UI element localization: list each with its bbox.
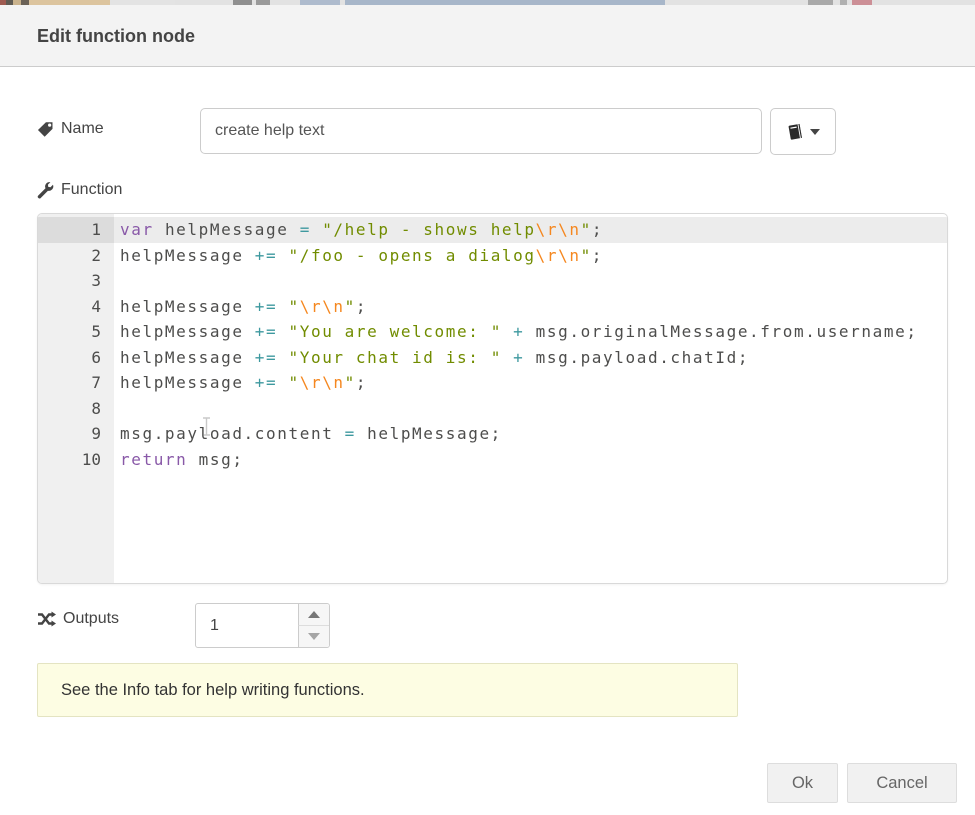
code-token: \r\n <box>300 297 345 316</box>
code-token <box>277 373 288 392</box>
gutter-line-number: 3 <box>38 268 114 294</box>
form-tip-text: See the Info tab for help writing functi… <box>61 681 365 700</box>
code-token: += <box>255 373 277 392</box>
outputs-label: Outputs <box>37 610 119 628</box>
function-label-text: Function <box>61 181 122 199</box>
code-line-8[interactable] <box>114 396 947 422</box>
book-icon <box>786 123 804 141</box>
code-line-6[interactable]: helpMessage += "Your chat id is: " + msg… <box>114 345 947 371</box>
code-token: helpMessage <box>120 348 255 367</box>
tag-icon <box>37 121 54 138</box>
code-token <box>277 246 288 265</box>
code-token: \r\n <box>536 220 581 239</box>
code-line-3[interactable] <box>114 268 947 294</box>
code-token: += <box>255 322 277 341</box>
code-line-1[interactable]: var helpMessage = "/help - shows help\r\… <box>114 217 947 243</box>
code-token: " <box>345 297 356 316</box>
gutter-line-number: 4 <box>38 294 114 320</box>
code-token <box>502 348 513 367</box>
code-token: msg.payload.content <box>120 424 345 443</box>
cancel-button[interactable]: Cancel <box>847 763 957 803</box>
code-token: += <box>255 297 277 316</box>
caret-down-icon <box>810 129 820 135</box>
code-token <box>311 220 322 239</box>
code-line-10[interactable]: return msg; <box>114 447 947 473</box>
name-label-text: Name <box>61 120 104 138</box>
gutter-line-number: 1 <box>38 217 114 243</box>
code-token: ; <box>592 246 603 265</box>
edit-function-node-dialog: Edit function node Name <box>0 5 975 815</box>
outputs-input[interactable] <box>196 604 299 647</box>
function-code-editor[interactable]: 12345678910 var helpMessage = "/help - s… <box>37 213 948 584</box>
code-token: "Your chat id is: " <box>289 348 502 367</box>
name-label: Name <box>37 120 104 138</box>
spinner-down-button[interactable] <box>298 626 329 648</box>
code-token: msg; <box>187 450 243 469</box>
code-token: "You are welcome: " <box>289 322 502 341</box>
gutter-line-number: 9 <box>38 421 114 447</box>
code-line-2[interactable]: helpMessage += "/foo - opens a dialog\r\… <box>114 243 947 269</box>
code-token: return <box>120 450 187 469</box>
triangle-up-icon <box>308 611 320 618</box>
code-token: " <box>345 373 356 392</box>
function-label: Function <box>37 181 122 199</box>
code-token: var <box>120 220 165 239</box>
gutter-line-number: 2 <box>38 243 114 269</box>
code-token: "/help - shows help <box>322 220 535 239</box>
code-line-7[interactable]: helpMessage += "\r\n"; <box>114 370 947 396</box>
code-token <box>277 322 288 341</box>
dialog-header: Edit function node <box>0 5 975 67</box>
code-token: = <box>345 424 356 443</box>
code-token: helpMessage; <box>356 424 502 443</box>
code-token: + <box>513 322 524 341</box>
code-token: " <box>289 297 300 316</box>
gutter-line-number: 5 <box>38 319 114 345</box>
code-token: \r\n <box>536 246 581 265</box>
library-button[interactable] <box>770 108 836 155</box>
code-token: ; <box>356 297 367 316</box>
code-token: msg.originalMessage.from.username; <box>524 322 917 341</box>
dialog-title: Edit function node <box>37 26 195 47</box>
wrench-icon <box>37 182 54 199</box>
code-token: += <box>255 246 277 265</box>
code-token: helpMessage <box>120 322 255 341</box>
outputs-label-text: Outputs <box>63 610 119 628</box>
ok-button[interactable]: Ok <box>767 763 838 803</box>
triangle-down-icon <box>308 633 320 640</box>
code-token: " <box>581 246 592 265</box>
code-token: helpMessage <box>120 373 255 392</box>
code-token: helpMessage <box>120 246 255 265</box>
code-token: ; <box>592 220 603 239</box>
code-token: = <box>300 220 311 239</box>
gutter-line-number: 7 <box>38 370 114 396</box>
code-line-4[interactable]: helpMessage += "\r\n"; <box>114 294 947 320</box>
editor-gutter: 12345678910 <box>38 214 114 583</box>
name-input[interactable] <box>200 108 762 154</box>
code-token: " <box>581 220 592 239</box>
code-token: helpMessage <box>120 297 255 316</box>
form-tip: See the Info tab for help writing functi… <box>37 663 738 717</box>
code-token: "/foo - opens a dialog <box>289 246 536 265</box>
code-token: ; <box>356 373 367 392</box>
code-lines: var helpMessage = "/help - shows help\r\… <box>114 214 947 472</box>
code-line-9[interactable]: msg.payload.content = helpMessage; <box>114 421 947 447</box>
code-token: helpMessage <box>165 220 300 239</box>
gutter-line-number: 8 <box>38 396 114 422</box>
code-token: += <box>255 348 277 367</box>
outputs-spinner <box>195 603 330 648</box>
code-token: msg.payload.chatId; <box>524 348 749 367</box>
gutter-line-number: 10 <box>38 447 114 473</box>
code-token: " <box>289 373 300 392</box>
spinner-up-button[interactable] <box>298 604 329 626</box>
shuffle-icon <box>37 611 56 627</box>
code-line-5[interactable]: helpMessage += "You are welcome: " + msg… <box>114 319 947 345</box>
code-token <box>277 348 288 367</box>
gutter-line-number: 6 <box>38 345 114 371</box>
screen: Edit function node Name <box>0 0 975 815</box>
code-token: \r\n <box>300 373 345 392</box>
code-token <box>277 297 288 316</box>
code-token: + <box>513 348 524 367</box>
code-token <box>502 322 513 341</box>
